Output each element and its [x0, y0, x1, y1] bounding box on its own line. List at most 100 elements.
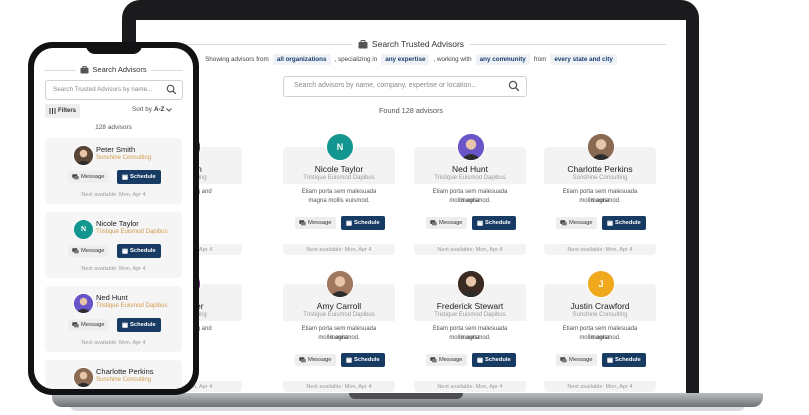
search-icon[interactable] [508, 80, 520, 92]
advisor-name[interactable]: Amy Carroll [283, 301, 395, 311]
message-button[interactable]: Message [295, 217, 336, 229]
mobile-header: Search Advisors [34, 65, 193, 74]
schedule-button[interactable]: Schedule [472, 216, 516, 230]
search-icon[interactable] [166, 84, 177, 95]
message-button[interactable]: Message [68, 245, 109, 257]
advisor-name[interactable]: Frederick Stewart [414, 301, 526, 311]
next-available: Next available: Mon, Apr 4 [437, 247, 503, 253]
calendar-icon [346, 220, 352, 226]
advisor-name[interactable]: Ned Hunt [96, 293, 128, 302]
sort-value: A-Z [153, 106, 165, 113]
advisor-name[interactable]: Charlotte Perkins [96, 367, 154, 376]
organization-filter[interactable]: all organizations [272, 54, 331, 65]
advisor-name[interactable]: Peter Smith [96, 145, 135, 154]
schedule-button[interactable]: Schedule [602, 216, 646, 230]
avatar-photo-icon [74, 146, 93, 165]
advisor-name[interactable]: Justin Crawford [544, 301, 656, 311]
advisor-avatar[interactable]: N [326, 133, 354, 161]
desktop-search-input[interactable]: Search advisors by name, company, expert… [283, 76, 527, 97]
message-button[interactable]: Message [426, 354, 467, 366]
advisor-description-2: mollis euismod. [579, 335, 621, 341]
message-button[interactable]: Message [68, 171, 109, 183]
schedule-button[interactable]: Schedule [472, 353, 516, 367]
advisor-name[interactable]: Charlotte Perkins [544, 164, 656, 174]
avatar-photo-icon [74, 294, 93, 313]
sort-dropdown[interactable]: Sort by A-Z [132, 106, 173, 113]
message-icon [299, 357, 306, 363]
filter-sliders-icon [49, 108, 56, 114]
filters-button[interactable]: Filters [45, 104, 81, 118]
advisor-description-1: Etiam porta sem malesuada [301, 189, 377, 195]
calendar-icon [122, 174, 128, 180]
community-filter[interactable]: any community [475, 54, 530, 65]
message-icon [430, 357, 437, 363]
results-count: Found 128 advisors [378, 106, 444, 115]
advisor-avatar[interactable] [457, 270, 485, 298]
advisor-card: Charlotte Perkins Sunshine Consulting Etia… [544, 147, 656, 255]
mobile-advisor-card: Ned Hunt Tristique Euismod Dapibus Message… [45, 286, 182, 352]
schedule-button[interactable]: Schedule [117, 318, 161, 332]
advisor-avatar[interactable]: N [73, 219, 94, 240]
briefcase-icon [358, 39, 368, 48]
message-button[interactable]: Message [556, 217, 597, 229]
advisor-card-body: Etiam porta sem malesuada magna mollis eu… [414, 184, 526, 244]
filter-sentence: Showing advisors from all organizations … [136, 54, 686, 65]
message-button[interactable]: Message [68, 319, 109, 331]
advisor-organization: Sunshine Consulting [96, 155, 152, 161]
next-available: Next available: Mon, Apr 4 [81, 192, 146, 198]
advisor-avatar[interactable] [73, 367, 94, 388]
expertise-filter[interactable]: any expertise [381, 54, 430, 65]
schedule-button[interactable]: Schedule [117, 170, 161, 184]
advisor-card: Justin Crawford Sunshine Consulting Etiam … [544, 284, 656, 392]
schedule-button[interactable]: Schedule [602, 353, 646, 367]
next-available: Next available: Mon, Apr 4 [306, 384, 372, 390]
schedule-button[interactable]: Schedule [341, 216, 385, 230]
filter-text-1: Showing advisors from [205, 56, 269, 63]
advisor-card: Frederick Stewart Tristique Euismod Dapib… [414, 284, 526, 392]
message-button[interactable]: Message [295, 354, 336, 366]
avatar-initial: J [598, 279, 604, 289]
mobile-advisor-card: N Nicole Taylor Tristique Euismod Dapibus M… [45, 212, 182, 278]
advisor-card: Nicole Taylor Tristique Euismod Dapibus Et… [283, 147, 395, 255]
message-icon [72, 248, 79, 254]
next-available: Next available: Mon, Apr 4 [567, 247, 633, 253]
advisor-avatar[interactable] [587, 133, 615, 161]
message-icon [430, 220, 437, 226]
advisor-avatar[interactable] [73, 145, 94, 166]
message-label: Message [81, 322, 105, 328]
advisor-avatar[interactable] [326, 270, 354, 298]
advisor-card: Amy Carroll Tristique Euismod Dapibus Etia… [283, 284, 395, 392]
message-button[interactable]: Message [426, 217, 467, 229]
schedule-label: Schedule [615, 357, 641, 363]
message-label: Message [81, 174, 105, 180]
message-label: Message [308, 220, 332, 226]
location-filter[interactable]: every state and city [550, 54, 617, 65]
advisor-card-body: Etiam porta sem malesuada magna mollis eu… [544, 184, 656, 244]
schedule-label: Schedule [354, 357, 380, 363]
briefcase-icon [80, 65, 89, 74]
advisor-name[interactable]: Nicole Taylor [283, 164, 395, 174]
advisor-organization: Sunshine Consulting [572, 175, 628, 181]
advisor-name[interactable]: Nicole Taylor [96, 219, 139, 228]
advisor-avatar[interactable]: J [587, 270, 615, 298]
desktop-search-placeholder: Search advisors by name, company, expert… [294, 82, 478, 89]
next-available: Next available: Mon, Apr 4 [81, 340, 146, 346]
schedule-button[interactable]: Schedule [117, 244, 161, 258]
advisor-card-body: Etiam porta sem malesuada magna mollis eu… [283, 321, 395, 381]
mobile-search-input[interactable]: Search Trusted Advisors by name... [45, 80, 183, 100]
advisor-avatar[interactable] [73, 293, 94, 314]
message-button[interactable]: Message [556, 354, 597, 366]
message-icon [299, 220, 306, 226]
advisor-description-2: mollis euismod. [318, 335, 360, 341]
advisor-organization: Tristique Euismod Dapibus [303, 312, 375, 318]
advisor-avatar[interactable] [457, 133, 485, 161]
advisor-organization: Sunshine Consulting [96, 377, 152, 383]
schedule-label: Schedule [130, 248, 156, 254]
advisor-name[interactable]: Ned Hunt [414, 164, 526, 174]
schedule-label: Schedule [130, 174, 156, 180]
schedule-label: Schedule [615, 220, 641, 226]
message-icon [72, 174, 79, 180]
advisor-description-2: mollis euismod. [449, 335, 491, 341]
schedule-button[interactable]: Schedule [341, 353, 385, 367]
next-available: Next available: Mon, Apr 4 [437, 384, 503, 390]
